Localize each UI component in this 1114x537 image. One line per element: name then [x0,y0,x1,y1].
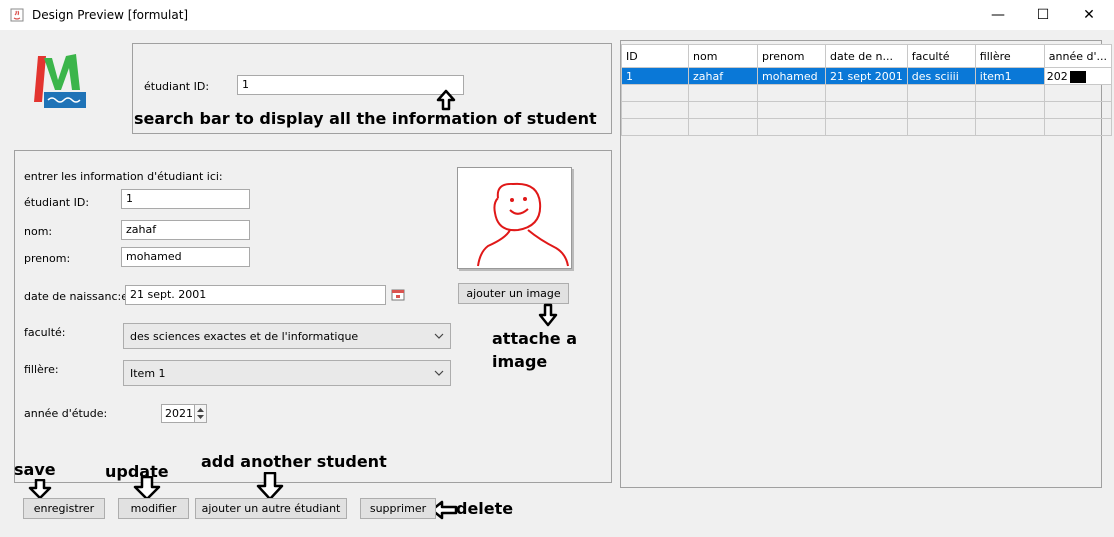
close-button[interactable]: ✕ [1066,0,1112,30]
calendar-icon [391,289,405,301]
spinner-arrows-icon [197,408,204,419]
table-cell[interactable]: des sciiii [906,67,976,85]
date-label: date de naissanc:e [24,290,129,303]
arrow-down-icon [538,303,558,327]
filiere-value: Item 1 [130,366,166,380]
table-cell[interactable] [688,101,758,119]
column-header[interactable]: fillère [974,44,1045,68]
table-cell[interactable]: 202 [1043,67,1113,85]
annee-label: année d'étude: [24,407,108,420]
image-annotation-line2: image [492,352,548,371]
students-table-wrap: ID nom prenom date de n... faculté fillère ann… [621,44,1113,136]
table-cell[interactable]: mohamed [757,67,826,85]
add-image-button[interactable]: ajouter un image [458,283,569,304]
table-cell[interactable]: 1 [621,67,689,85]
table-cell[interactable] [757,101,826,119]
students-table[interactable]: ID nom prenom date de n... faculté fillère ann… [621,44,1113,136]
student-id-label: étudiant ID: [24,196,90,209]
table-cell[interactable] [906,84,976,102]
table-row[interactable]: 1 zahaf mohamed 21 sept 2001 des sciiii item1… [621,67,1113,85]
column-header[interactable]: année d'... [1043,44,1113,68]
maximize-button[interactable]: ☐ [1020,0,1066,30]
table-cell[interactable] [974,84,1045,102]
form-heading: entrer les information d'étudiant ici: [24,170,223,183]
table-cell[interactable] [1043,101,1113,119]
student-photo [457,167,572,269]
text-cursor-block [1069,70,1086,83]
delete-annotation: delete [456,499,514,518]
arrow-down-icon [256,472,284,500]
table-cell[interactable] [974,118,1045,136]
table-cell[interactable] [906,118,976,136]
table-cell[interactable] [825,118,908,136]
table-header-row: ID nom prenom date de n... faculté fillère ann… [621,44,1113,68]
table-row[interactable] [621,101,1113,119]
table-row[interactable] [621,84,1113,102]
prenom-label: prenom: [24,252,71,265]
window-title: Design Preview [formulat] [32,8,189,22]
delete-button[interactable]: supprimer [360,498,436,519]
prenom-field[interactable]: mohamed [121,247,250,267]
student-id-field[interactable]: 1 [121,189,250,209]
column-header[interactable]: nom [688,44,758,68]
filiere-label: fillère: [24,363,59,376]
table-cell[interactable] [621,101,689,119]
minimize-icon: — [991,7,1005,23]
column-header[interactable]: faculté [906,44,976,68]
column-header[interactable]: prenom [757,44,826,68]
nom-field[interactable]: zahaf [121,220,250,240]
title-bar: Design Preview [formulat] — ☐ ✕ [0,0,1114,30]
search-input[interactable]: 1 [237,75,464,95]
add-student-button[interactable]: ajouter un autre étudiant [195,498,347,519]
update-button[interactable]: modifier [118,498,189,519]
column-header[interactable]: ID [621,44,689,68]
close-icon: ✕ [1083,7,1095,23]
university-logo [34,54,86,108]
faculte-label: faculté: [24,326,66,339]
filiere-select[interactable]: Item 1 [123,360,451,386]
arrow-down-icon [133,476,161,500]
calendar-button[interactable] [388,286,408,304]
search-annotation: search bar to display all the informatio… [134,109,597,128]
java-app-icon [10,8,24,22]
add-student-annotation: add another student [201,452,387,471]
faculte-select[interactable]: des sciences exactes et de l'informatiqu… [123,323,451,349]
table-cell[interactable] [688,84,758,102]
table-cell[interactable] [1043,84,1113,102]
image-annotation-line1: attache a [492,329,577,348]
table-cell[interactable] [974,101,1045,119]
save-annotation: save [14,460,56,479]
table-cell[interactable] [757,118,826,136]
table-cell[interactable] [825,101,908,119]
faculte-value: des sciences exactes et de l'informatiqu… [130,329,359,343]
table-cell[interactable]: item1 [974,67,1045,85]
smiley-drawing-icon [477,182,569,267]
column-header[interactable]: date de n... [825,44,908,68]
chevron-down-icon [434,370,444,376]
chevron-down-icon [434,333,444,339]
table-cell[interactable] [621,118,689,136]
table-cell[interactable]: 21 sept 2001 [825,67,908,85]
table-cell[interactable] [688,118,758,136]
table-cell[interactable]: zahaf [688,67,758,85]
table-cell[interactable] [906,101,976,119]
arrow-down-icon [28,479,52,499]
table-cell[interactable] [1043,118,1113,136]
table-cell[interactable] [825,84,908,102]
table-cell[interactable] [757,84,826,102]
table-cell[interactable] [621,84,689,102]
minimize-button[interactable]: — [975,0,1021,30]
table-body: 1 zahaf mohamed 21 sept 2001 des sciiii item1… [621,67,1113,136]
table-row[interactable] [621,118,1113,136]
nom-label: nom: [24,225,53,238]
search-id-label: étudiant ID: [144,80,210,93]
arrow-up-icon [436,89,456,111]
date-field[interactable]: 21 sept. 2001 [125,285,386,305]
annee-spinner-field[interactable]: 2021 [161,404,195,423]
annee-spinner-buttons[interactable] [194,404,207,423]
editing-cell-value[interactable]: 202 [1045,70,1069,83]
save-button[interactable]: enregistrer [23,498,105,519]
maximize-icon: ☐ [1036,7,1050,23]
